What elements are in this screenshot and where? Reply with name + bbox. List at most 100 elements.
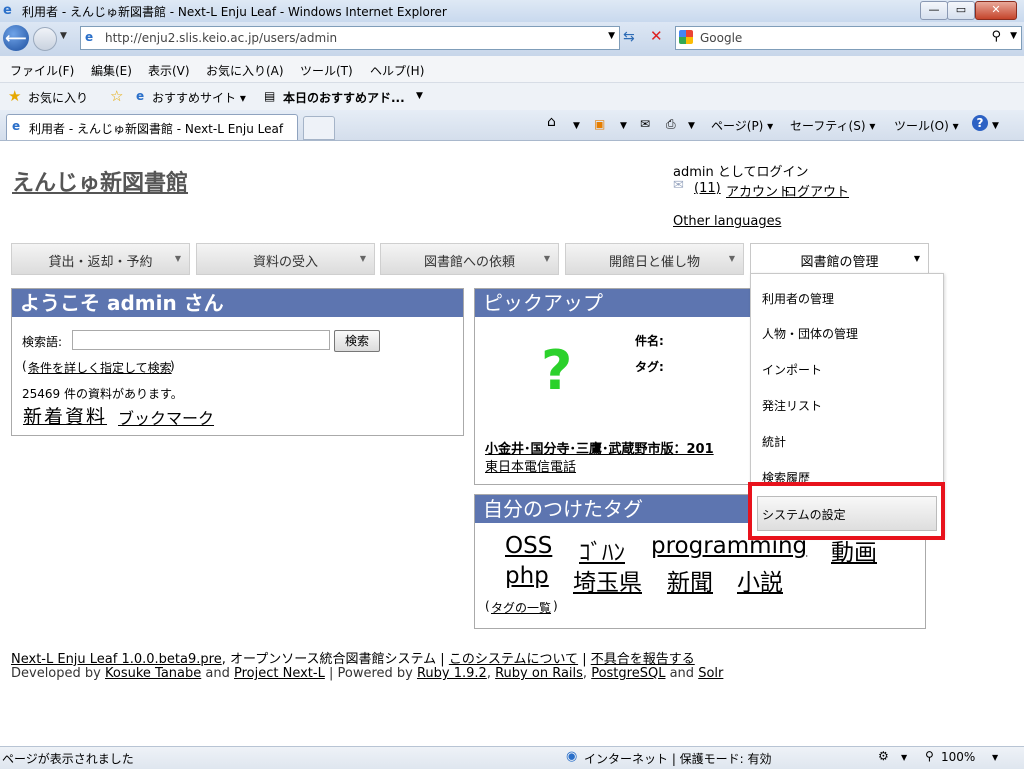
account-link[interactable]: アカウント xyxy=(726,181,791,200)
project-link[interactable]: Project Next-L xyxy=(234,666,325,681)
close-window-button[interactable]: ✕ xyxy=(975,1,1017,20)
login-status: admin としてログイン xyxy=(673,165,809,180)
menu-favorites[interactable]: お気に入り(A) xyxy=(206,62,284,79)
chevron-down-icon: ▼ xyxy=(174,254,181,263)
tools-menu[interactable]: ツール(O) ▾ xyxy=(894,117,959,134)
mail-icon[interactable]: ✉ xyxy=(640,117,650,131)
footer-line-2: Developed by Kosuke Tanabe and Project N… xyxy=(11,666,723,681)
help-dropdown-icon[interactable]: ▼ xyxy=(992,121,999,131)
favorites-button[interactable]: お気に入り xyxy=(28,89,88,106)
window-title-bar: e 利用者 - えんじゅ新図書館 - Next-L Enju Leaf - Wi… xyxy=(0,0,1024,22)
report-bug-link[interactable]: 不具合を報告する xyxy=(591,652,695,667)
zone-text: インターネット | 保護モード: 有効 xyxy=(584,752,772,766)
search-icon[interactable]: ⚲ xyxy=(991,29,1001,44)
search-box[interactable]: Google ⚲ ▼ xyxy=(675,26,1022,50)
dropdown-statistics[interactable]: 統計 xyxy=(762,433,786,450)
menu-tools[interactable]: ツール(T) xyxy=(300,62,353,79)
footer-sep: | xyxy=(582,652,587,667)
pickup-publisher[interactable]: 東日本電信電話 xyxy=(485,456,576,475)
about-link[interactable]: このシステムについて xyxy=(449,652,578,667)
postgresql-link[interactable]: PostgreSQL xyxy=(591,666,665,681)
forward-button[interactable] xyxy=(33,27,57,51)
add-favorite-icon[interactable]: ☆ xyxy=(110,87,123,105)
home-dropdown-icon[interactable]: ▼ xyxy=(573,121,580,131)
zoom-dropdown-icon[interactable]: ▼ xyxy=(992,753,998,762)
developer-link[interactable]: Kosuke Tanabe xyxy=(105,666,201,681)
dropdown-order-list[interactable]: 発注リスト xyxy=(762,397,822,414)
history-dropdown-icon[interactable]: ▼ xyxy=(60,31,67,41)
subject-label: 件名: xyxy=(635,334,664,348)
new-tab-button[interactable] xyxy=(303,116,335,140)
tag-link[interactable]: php xyxy=(505,563,549,589)
item-count: 25469 件の資料があります。 xyxy=(22,387,183,401)
bookmarks-link[interactable]: ブックマーク xyxy=(118,405,214,429)
keyword-input[interactable] xyxy=(72,330,330,350)
pickup-book-title[interactable]: 小金井･国分寺･三鷹･武蔵野市版：201 xyxy=(485,438,714,457)
web-slice-dropdown-icon[interactable]: ▼ xyxy=(416,91,423,101)
tab-title: 利用者 - えんじゅ新図書館 - Next-L Enju Leaf xyxy=(29,122,284,136)
stop-icon[interactable]: ✕ xyxy=(650,27,663,45)
suggested-sites[interactable]: おすすめサイト ▾ xyxy=(152,89,246,106)
print-dropdown-icon[interactable]: ▼ xyxy=(688,121,695,131)
product-link[interactable]: Next-L Enju Leaf 1.0.0.beta9.pre xyxy=(11,652,222,667)
and-text: and xyxy=(669,666,695,681)
tag-link[interactable]: OSS xyxy=(505,533,552,559)
tab-active[interactable]: e 利用者 - えんじゅ新図書館 - Next-L Enju Leaf xyxy=(6,114,298,140)
web-slice[interactable]: 本日のおすすめアド... xyxy=(283,89,405,106)
menu-library-admin-label: 図書館の管理 xyxy=(800,255,879,270)
maximize-button[interactable]: ▭ xyxy=(947,1,975,20)
dropdown-agents[interactable]: 人物・団体の管理 xyxy=(762,325,858,342)
minimize-button[interactable]: — xyxy=(920,1,948,20)
zoom-level[interactable]: 100% xyxy=(941,750,975,764)
advanced-search-link[interactable]: 条件を詳しく指定して検索 xyxy=(28,359,172,376)
safety-menu[interactable]: セーフティ(S) ▾ xyxy=(790,117,875,134)
print-icon[interactable]: ⎙ xyxy=(666,117,676,132)
refresh-icon[interactable]: ⇆ xyxy=(623,29,635,45)
dropdown-system-settings[interactable]: システムの設定 xyxy=(757,496,937,531)
menu-requests-label: 図書館への依頼 xyxy=(423,255,515,270)
tag-list-link[interactable]: タグの一覧 xyxy=(491,599,551,616)
search-button[interactable]: 検索 xyxy=(334,330,380,352)
tag-link[interactable]: ｺﾞﾊﾝ xyxy=(579,533,625,567)
chevron-down-icon: ▼ xyxy=(913,254,920,263)
new-items-link[interactable]: 新着資料 xyxy=(23,402,107,429)
address-bar[interactable]: e http://enju2.slis.keio.ac.jp/users/adm… xyxy=(80,26,620,50)
menu-file[interactable]: ファイル(F) xyxy=(10,62,74,79)
tag-link[interactable]: 埼玉県 xyxy=(573,563,642,597)
back-button[interactable]: ⟵ xyxy=(3,25,29,51)
tag-link[interactable]: 小説 xyxy=(737,563,783,597)
menu-help[interactable]: ヘルプ(H) xyxy=(370,62,424,79)
favorites-bar: ★ お気に入り ☆ e おすすめサイト ▾ ▤ 本日のおすすめアド... ▼ xyxy=(0,83,1024,111)
other-languages-link[interactable]: Other languages xyxy=(673,214,781,229)
solr-link[interactable]: Solr xyxy=(698,666,723,681)
system-settings-label: システムの設定 xyxy=(762,508,846,522)
security-icon[interactable]: ⚙ xyxy=(878,749,889,763)
feeds-icon[interactable]: ▣ xyxy=(594,117,605,131)
menu-acquisition[interactable]: 資料の受入 ▼ xyxy=(196,243,375,275)
dropdown-users[interactable]: 利用者の管理 xyxy=(762,290,834,307)
menu-edit[interactable]: 編集(E) xyxy=(91,62,132,79)
menu-acquisition-label: 資料の受入 xyxy=(252,255,318,270)
footer-line-1: Next-L Enju Leaf 1.0.0.beta9.pre, オープンソー… xyxy=(11,648,695,667)
tag-link[interactable]: 新聞 xyxy=(667,563,713,597)
page-menu[interactable]: ページ(P) ▾ xyxy=(711,117,773,134)
menu-circulation[interactable]: 貸出・返却・予約 ▼ xyxy=(11,243,190,275)
ruby-link[interactable]: Ruby 1.9.2 xyxy=(417,666,487,681)
home-icon[interactable]: ⌂ xyxy=(547,114,556,130)
feeds-dropdown-icon[interactable]: ▼ xyxy=(620,121,627,131)
menu-view[interactable]: 表示(V) xyxy=(148,62,190,79)
help-icon[interactable]: ? xyxy=(972,115,988,131)
ie-logo-icon: e xyxy=(3,3,12,18)
menu-requests[interactable]: 図書館への依頼 ▼ xyxy=(380,243,559,275)
rails-link[interactable]: Ruby on Rails xyxy=(495,666,583,681)
menu-library-admin[interactable]: 図書館の管理 ▼ xyxy=(750,243,929,275)
site-title[interactable]: えんじゅ新図書館 xyxy=(12,165,188,197)
messages-link[interactable]: (11) xyxy=(694,181,721,196)
search-dropdown-icon[interactable]: ▼ xyxy=(1010,31,1017,41)
logout-link[interactable]: ログアウト xyxy=(784,181,849,200)
dropdown-import[interactable]: インポート xyxy=(762,361,822,378)
address-dropdown-icon[interactable]: ▼ xyxy=(608,31,615,41)
menu-events[interactable]: 開館日と催し物 ▼ xyxy=(565,243,744,275)
security-dropdown-icon[interactable]: ▼ xyxy=(901,753,907,762)
menu-circulation-label: 貸出・返却・予約 xyxy=(48,255,153,270)
